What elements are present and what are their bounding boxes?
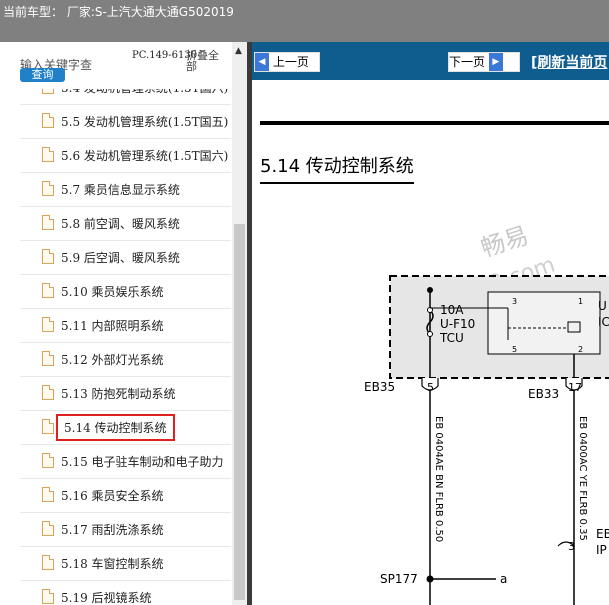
search-button[interactable]: 查询 — [20, 68, 65, 82]
relay-pin-1: 1 — [578, 297, 583, 306]
toc-item-label: 5.19 后视镜系统 — [61, 591, 152, 605]
title-bar: 当前车型： 厂家:S-上汽大通大通G502019 — [0, 0, 609, 42]
next-page-label: 下一页 — [449, 55, 486, 69]
viewer-toolbar: ◀ 上一页 下一页 ▶ [刷新当前页 — [252, 42, 609, 80]
toc-item[interactable]: 5.10 乘员娱乐系统 — [20, 274, 231, 309]
toc-item[interactable]: 5.14 传动控制系统 — [20, 410, 231, 445]
document-icon — [42, 487, 54, 502]
toc-item[interactable]: 5.8 前空调、暖风系统 — [20, 206, 231, 241]
watermark-text: 畅易 — [477, 221, 532, 263]
relay-pin-3: 3 — [512, 297, 517, 306]
edge-label-eb: EB — [596, 527, 609, 541]
fuse-terminal-bottom — [427, 331, 433, 337]
prev-page-label: 上一页 — [272, 55, 309, 69]
connector-right: EB33 — [528, 387, 559, 401]
splice-label: SP177 — [380, 572, 418, 586]
fuse-id: U-F10 — [440, 317, 475, 331]
document-icon — [42, 249, 54, 264]
relay-pin-2: 2 — [578, 345, 583, 354]
toc-item-label: 5.5 发动机管理系统(1.5T国五) — [61, 115, 229, 129]
scrollbar-thumb[interactable] — [234, 224, 245, 600]
document-icon — [42, 589, 54, 604]
toc-item[interactable]: 5.13 防抱死制动系统 — [20, 376, 231, 411]
header-rule — [260, 121, 609, 125]
toc-item[interactable]: 5.6 发动机管理系统(1.5T国六) — [20, 138, 231, 173]
relay-box — [487, 291, 601, 355]
wiring-diagram: 10A U-F10 TCU 3 5 1 2 U IC 5 EB35 17 EB3… — [364, 275, 609, 605]
wire-left-label: EB 0404AE BN FLRB 0.50 — [433, 416, 444, 542]
document-icon — [42, 317, 54, 332]
toc-item-label: 5.17 雨刮洗涤系统 — [61, 523, 164, 537]
section-title: 5.14 传动控制系统 — [260, 152, 414, 184]
toc-item-label: 5.13 防抱死制动系统 — [61, 387, 176, 401]
toc-item-label: 5.9 后空调、暖风系统 — [61, 251, 180, 265]
left-panel: 输入关键字查 查询 PC.149-6130 折叠全部 5.4 发动机管理系统(1… — [0, 42, 249, 605]
toc-item[interactable]: 5.16 乘员安全系统 — [20, 478, 231, 513]
document-icon — [42, 89, 54, 94]
edge-label-ic: IC — [598, 315, 609, 329]
document-icon — [42, 181, 54, 196]
wire-right-label: EB 0400AC YE FLRB 0.35 — [577, 416, 588, 541]
edge-label-u: U — [598, 299, 607, 313]
lower-connector-pin: 3 — [568, 540, 575, 553]
document-icon — [42, 283, 54, 298]
fuse-amp: 10A — [440, 303, 464, 317]
document-icon — [42, 351, 54, 366]
toc-item-label: 5.14 传动控制系统 — [56, 414, 175, 441]
document-viewer: ◀ 上一页 下一页 ▶ [刷新当前页 5.14 传动控制系统 畅易 car388… — [252, 42, 609, 605]
document-icon — [42, 147, 54, 162]
toc-item[interactable]: 5.4 发动机管理系统(1.5T国六) — [20, 89, 231, 105]
refresh-page-link[interactable]: [刷新当前页 — [531, 52, 607, 72]
toc-scrollbar[interactable]: ▲ — [232, 42, 247, 605]
toc-item-label: 5.18 车窗控制系统 — [61, 557, 164, 571]
arrow-left-icon: ◀ — [255, 53, 269, 71]
fuse-name: TCU — [439, 331, 464, 345]
toc-item[interactable]: 5.11 内部照明系统 — [20, 308, 231, 343]
collapse-all-button[interactable]: 折叠全部 — [186, 50, 226, 72]
toc-item-label: 5.8 前空调、暖风系统 — [61, 217, 180, 231]
toc-item-label: 5.11 内部照明系统 — [61, 319, 164, 333]
toc-tree: 5.4 发动机管理系统(1.5T国六) 5.5 发动机管理系统(1.5T国五) 5.… — [0, 89, 231, 605]
scroll-up-icon[interactable]: ▲ — [235, 46, 242, 56]
document-icon — [42, 419, 54, 434]
toc-item[interactable]: 5.9 后空调、暖风系统 — [20, 240, 231, 275]
connector-left: EB35 — [364, 380, 395, 394]
document-icon — [42, 385, 54, 400]
next-page-button[interactable]: 下一页 ▶ — [448, 52, 520, 72]
toc-item[interactable]: 5.15 电子驻车制动和电子助力 — [20, 444, 231, 479]
connector-right-pin: 17 — [568, 381, 582, 394]
splice-tag: a — [500, 572, 507, 586]
prev-page-button[interactable]: ◀ 上一页 — [254, 52, 320, 72]
arrow-right-icon: ▶ — [488, 53, 503, 71]
document-icon — [42, 215, 54, 230]
toc-item-label: 5.16 乘员安全系统 — [61, 489, 164, 503]
toc-item-label: 5.7 乘员信息显示系统 — [61, 183, 180, 197]
connector-left-pin: 5 — [427, 381, 434, 394]
toc-item-label: 5.6 发动机管理系统(1.5T国六) — [61, 149, 229, 163]
toc-item[interactable]: 5.17 雨刮洗涤系统 — [20, 512, 231, 547]
toc-item-label: 5.4 发动机管理系统(1.5T国六) — [61, 89, 228, 96]
toc-item[interactable]: 5.5 发动机管理系统(1.5T国五) — [20, 104, 231, 139]
toc-item-label: 5.12 外部灯光系统 — [61, 353, 164, 367]
lower-connector: IP — [596, 543, 607, 557]
document-icon — [42, 113, 54, 128]
vehicle-title: 当前车型： 厂家:S-上汽大通大通G502019 — [3, 5, 234, 19]
toc-item[interactable]: 5.19 后视镜系统 — [20, 580, 231, 605]
fuse-node — [427, 287, 433, 293]
document-icon — [42, 555, 54, 570]
toc-item-label: 5.10 乘员娱乐系统 — [61, 285, 164, 299]
document-icon — [42, 453, 54, 468]
toc-item-label: 5.15 电子驻车制动和电子助力 — [61, 455, 224, 469]
toc-item[interactable]: 5.7 乘员信息显示系统 — [20, 172, 231, 207]
toc-item[interactable]: 5.18 车窗控制系统 — [20, 546, 231, 581]
relay-pin-5: 5 — [512, 345, 517, 354]
toc-item[interactable]: 5.12 外部灯光系统 — [20, 342, 231, 377]
document-icon — [42, 521, 54, 536]
